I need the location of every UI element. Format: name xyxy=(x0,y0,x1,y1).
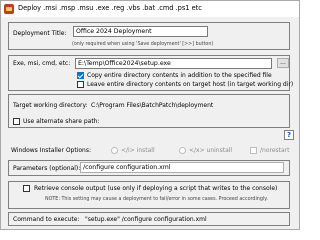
deployment-title-input[interactable]: Office 2024 Deployment xyxy=(73,26,208,37)
command-value: "setup.exe" /configure configuration.xml xyxy=(85,216,207,223)
uninstall-radio-label: </x> uninstall xyxy=(189,147,233,154)
console-output-checkbox[interactable] xyxy=(23,185,30,192)
window-title: Deploy .msi .msp .msu .exe .reg .vbs .ba… xyxy=(18,4,202,12)
command-label: Command to execute: xyxy=(13,216,80,223)
copy-directory-label: Copy entire directory contents in additi… xyxy=(87,72,272,79)
norestart-checkbox[interactable] xyxy=(250,147,257,154)
deployment-title-note: (only required when using 'Save deployme… xyxy=(72,42,214,47)
install-radio-label: </i> install xyxy=(121,147,155,154)
install-radio[interactable] xyxy=(111,147,118,154)
deploy-window: Deploy .msi .msp .msu .exe .reg .vbs .ba… xyxy=(0,0,300,230)
browse-button[interactable]: ... xyxy=(277,58,289,68)
title-bar: Deploy .msi .msp .msu .exe .reg .vbs .ba… xyxy=(1,1,299,17)
target-dir-value[interactable]: C:\Program Files\BatchPatch\deployment xyxy=(91,102,213,109)
copy-directory-checkbox[interactable] xyxy=(77,72,84,79)
leave-directory-checkbox[interactable] xyxy=(77,81,84,88)
deployment-title-label: Deployment Title: xyxy=(13,30,67,37)
leave-directory-label: Leave entire directory contents on targe… xyxy=(87,81,294,88)
app-icon xyxy=(4,4,14,14)
console-output-label: Retrieve console output (use only if dep… xyxy=(34,185,278,192)
installer-options-label: Windows Installer Options: xyxy=(11,147,91,154)
alt-share-label: Use alternate share path: xyxy=(23,118,100,125)
parameters-input[interactable]: /configure configuration.xml xyxy=(80,162,284,173)
help-icon[interactable]: ? xyxy=(284,130,294,140)
console-output-note: NOTE: This setting may cause a deploymen… xyxy=(45,197,268,202)
target-dir-label: Target working directory: xyxy=(13,102,88,109)
uninstall-radio[interactable] xyxy=(179,147,186,154)
exe-input[interactable]: E:\Temp\Office2024\setup.exe xyxy=(75,58,272,69)
deploy-panel: Deployment Title: Office 2024 Deployment… xyxy=(2,17,298,229)
exe-label: Exe, msi, cmd, etc: xyxy=(13,60,71,67)
alt-share-checkbox[interactable] xyxy=(13,118,20,125)
parameters-label: Parameters (optional): xyxy=(13,165,81,172)
norestart-label: /norestart xyxy=(260,147,290,154)
